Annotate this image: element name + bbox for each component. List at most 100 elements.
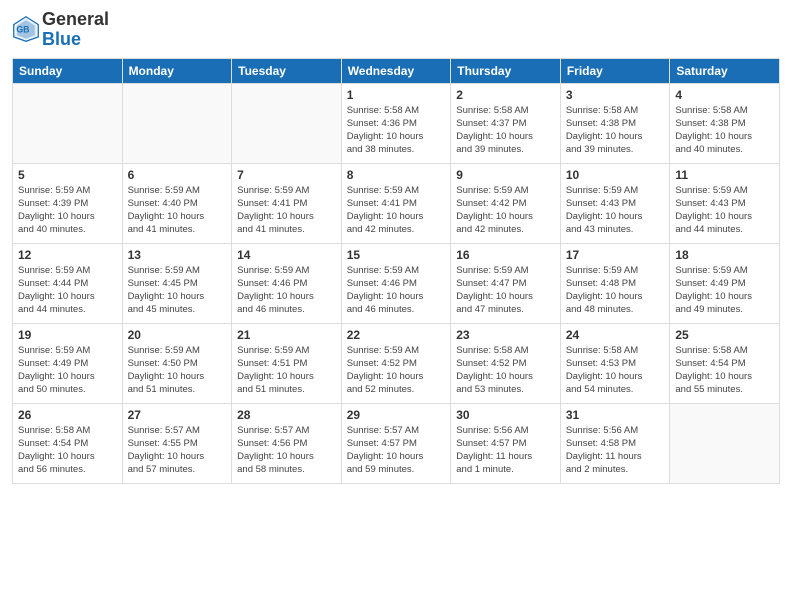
day-info: Sunrise: 5:56 AMSunset: 4:58 PMDaylight:… (566, 424, 665, 477)
day-number: 2 (456, 88, 555, 102)
day-info: Sunrise: 5:58 AMSunset: 4:54 PMDaylight:… (18, 424, 117, 477)
calendar-cell: 24Sunrise: 5:58 AMSunset: 4:53 PMDayligh… (560, 323, 670, 403)
day-info: Sunrise: 5:57 AMSunset: 4:56 PMDaylight:… (237, 424, 336, 477)
page: GB General Blue SundayMondayTuesdayWedne… (0, 0, 792, 612)
calendar-cell: 20 Sunrise: 5:59 AMSunset: 4:50 PMDayligh… (122, 323, 232, 403)
day-header-friday: Friday (560, 58, 670, 83)
calendar-week-2: 5Sunrise: 5:59 AMSunset: 4:39 PMDaylight… (13, 163, 780, 243)
calendar-cell: 28 Sunrise: 5:57 AMSunset: 4:56 PMDayligh… (232, 403, 342, 483)
calendar-cell (232, 83, 342, 163)
calendar-cell: 13 Sunrise: 5:59 AMSunset: 4:45 PMDayligh… (122, 243, 232, 323)
day-info: Sunrise: 5:59 AMSunset: 4:50 PMDaylight:… (128, 344, 227, 397)
calendar-cell: 25 Sunrise: 5:58 AMSunset: 4:54 PMDayligh… (670, 323, 780, 403)
day-header-saturday: Saturday (670, 58, 780, 83)
calendar-cell: 16 Sunrise: 5:59 AMSunset: 4:47 PMDayligh… (451, 243, 561, 323)
logo: GB General Blue (12, 10, 109, 50)
calendar-week-5: 26Sunrise: 5:58 AMSunset: 4:54 PMDayligh… (13, 403, 780, 483)
day-number: 23 (456, 328, 555, 342)
calendar-cell: 18Sunrise: 5:59 AMSunset: 4:49 PMDayligh… (670, 243, 780, 323)
day-info: Sunrise: 5:59 AMSunset: 4:43 PMDaylight:… (566, 184, 665, 237)
svg-text:GB: GB (16, 24, 29, 34)
calendar-cell (122, 83, 232, 163)
day-info: Sunrise: 5:59 AMSunset: 4:43 PMDaylight:… (675, 184, 774, 237)
day-number: 25 (675, 328, 774, 342)
day-number: 9 (456, 168, 555, 182)
day-number: 16 (456, 248, 555, 262)
calendar-cell: 11 Sunrise: 5:59 AMSunset: 4:43 PMDayligh… (670, 163, 780, 243)
day-number: 8 (347, 168, 446, 182)
calendar-cell (13, 83, 123, 163)
calendar-week-1: 1Sunrise: 5:58 AMSunset: 4:36 PMDaylight… (13, 83, 780, 163)
calendar-cell: 10 Sunrise: 5:59 AMSunset: 4:43 PMDayligh… (560, 163, 670, 243)
day-number: 31 (566, 408, 665, 422)
day-number: 20 (128, 328, 227, 342)
day-info: Sunrise: 5:58 AMSunset: 4:38 PMDaylight:… (675, 104, 774, 157)
calendar-cell: 5Sunrise: 5:59 AMSunset: 4:39 PMDaylight… (13, 163, 123, 243)
day-number: 22 (347, 328, 446, 342)
day-number: 12 (18, 248, 117, 262)
day-info: Sunrise: 5:59 AMSunset: 4:47 PMDaylight:… (456, 264, 555, 317)
calendar-cell: 6 Sunrise: 5:59 AMSunset: 4:40 PMDaylight… (122, 163, 232, 243)
day-info: Sunrise: 5:59 AMSunset: 4:39 PMDaylight:… (18, 184, 117, 237)
calendar-cell: 21Sunrise: 5:59 AMSunset: 4:51 PMDayligh… (232, 323, 342, 403)
day-number: 10 (566, 168, 665, 182)
day-header-monday: Monday (122, 58, 232, 83)
day-header-sunday: Sunday (13, 58, 123, 83)
day-info: Sunrise: 5:59 AMSunset: 4:51 PMDaylight:… (237, 344, 336, 397)
day-number: 1 (347, 88, 446, 102)
day-info: Sunrise: 5:58 AMSunset: 4:37 PMDaylight:… (456, 104, 555, 157)
calendar-cell: 22 Sunrise: 5:59 AMSunset: 4:52 PMDayligh… (341, 323, 451, 403)
day-info: Sunrise: 5:59 AMSunset: 4:41 PMDaylight:… (237, 184, 336, 237)
day-number: 13 (128, 248, 227, 262)
calendar-week-3: 12 Sunrise: 5:59 AMSunset: 4:44 PMDayligh… (13, 243, 780, 323)
calendar-table: SundayMondayTuesdayWednesdayThursdayFrid… (12, 58, 780, 484)
day-header-wednesday: Wednesday (341, 58, 451, 83)
calendar-cell: 12 Sunrise: 5:59 AMSunset: 4:44 PMDayligh… (13, 243, 123, 323)
calendar-cell: 15Sunrise: 5:59 AMSunset: 4:46 PMDayligh… (341, 243, 451, 323)
calendar-cell: 30Sunrise: 5:56 AMSunset: 4:57 PMDayligh… (451, 403, 561, 483)
day-info: Sunrise: 5:57 AMSunset: 4:57 PMDaylight:… (347, 424, 446, 477)
day-info: Sunrise: 5:58 AMSunset: 4:54 PMDaylight:… (675, 344, 774, 397)
day-info: Sunrise: 5:59 AMSunset: 4:40 PMDaylight:… (128, 184, 227, 237)
calendar-cell: 31 Sunrise: 5:56 AMSunset: 4:58 PMDayligh… (560, 403, 670, 483)
day-number: 14 (237, 248, 336, 262)
calendar-cell: 17Sunrise: 5:59 AMSunset: 4:48 PMDayligh… (560, 243, 670, 323)
calendar-cell: 27 Sunrise: 5:57 AMSunset: 4:55 PMDayligh… (122, 403, 232, 483)
day-header-row: SundayMondayTuesdayWednesdayThursdayFrid… (13, 58, 780, 83)
day-number: 30 (456, 408, 555, 422)
day-number: 19 (18, 328, 117, 342)
calendar-cell: 7Sunrise: 5:59 AMSunset: 4:41 PMDaylight… (232, 163, 342, 243)
day-number: 3 (566, 88, 665, 102)
calendar-cell (670, 403, 780, 483)
day-info: Sunrise: 5:58 AMSunset: 4:38 PMDaylight:… (566, 104, 665, 157)
calendar-cell: 14 Sunrise: 5:59 AMSunset: 4:46 PMDayligh… (232, 243, 342, 323)
day-info: Sunrise: 5:59 AMSunset: 4:52 PMDaylight:… (347, 344, 446, 397)
day-info: Sunrise: 5:59 AMSunset: 4:46 PMDaylight:… (237, 264, 336, 317)
day-info: Sunrise: 5:59 AMSunset: 4:45 PMDaylight:… (128, 264, 227, 317)
day-header-tuesday: Tuesday (232, 58, 342, 83)
calendar-cell: 9 Sunrise: 5:59 AMSunset: 4:42 PMDaylight… (451, 163, 561, 243)
day-number: 15 (347, 248, 446, 262)
day-number: 27 (128, 408, 227, 422)
day-info: Sunrise: 5:57 AMSunset: 4:55 PMDaylight:… (128, 424, 227, 477)
day-info: Sunrise: 5:59 AMSunset: 4:42 PMDaylight:… (456, 184, 555, 237)
calendar-week-4: 19Sunrise: 5:59 AMSunset: 4:49 PMDayligh… (13, 323, 780, 403)
logo-blue: Blue (42, 30, 109, 50)
calendar-cell: 29Sunrise: 5:57 AMSunset: 4:57 PMDayligh… (341, 403, 451, 483)
day-number: 4 (675, 88, 774, 102)
calendar-cell: 8Sunrise: 5:59 AMSunset: 4:41 PMDaylight… (341, 163, 451, 243)
calendar-cell: 2 Sunrise: 5:58 AMSunset: 4:37 PMDaylight… (451, 83, 561, 163)
day-number: 24 (566, 328, 665, 342)
calendar-cell: 1Sunrise: 5:58 AMSunset: 4:36 PMDaylight… (341, 83, 451, 163)
day-number: 28 (237, 408, 336, 422)
calendar-cell: 19Sunrise: 5:59 AMSunset: 4:49 PMDayligh… (13, 323, 123, 403)
calendar-cell: 23Sunrise: 5:58 AMSunset: 4:52 PMDayligh… (451, 323, 561, 403)
day-info: Sunrise: 5:59 AMSunset: 4:49 PMDaylight:… (675, 264, 774, 317)
day-number: 11 (675, 168, 774, 182)
general-blue-logo-icon: GB (12, 15, 40, 43)
calendar-cell: 3 Sunrise: 5:58 AMSunset: 4:38 PMDaylight… (560, 83, 670, 163)
calendar-cell: 4 Sunrise: 5:58 AMSunset: 4:38 PMDaylight… (670, 83, 780, 163)
day-info: Sunrise: 5:59 AMSunset: 4:44 PMDaylight:… (18, 264, 117, 317)
header: GB General Blue (12, 10, 780, 50)
day-number: 6 (128, 168, 227, 182)
